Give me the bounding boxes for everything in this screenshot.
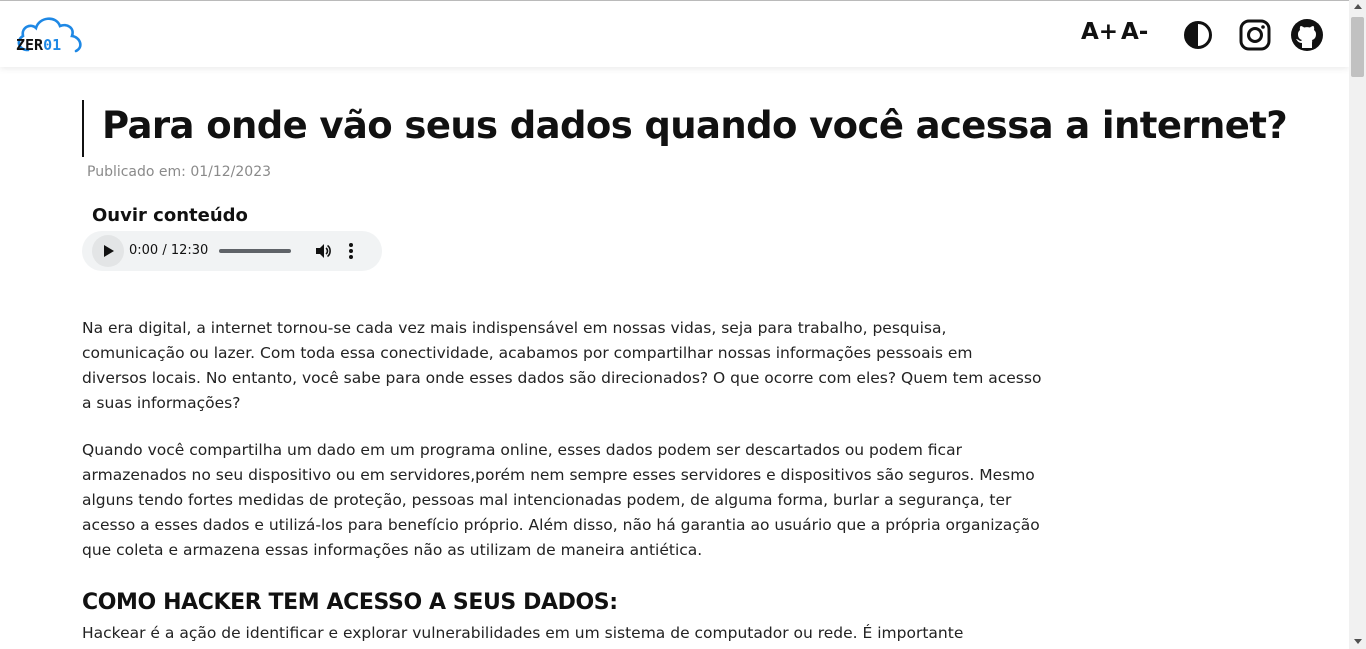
published-date: Publicado em: 01/12/2023 xyxy=(87,164,272,180)
audio-player: 0:00 / 12:30 xyxy=(82,231,382,271)
font-decrease-button[interactable]: A- xyxy=(1121,19,1148,45)
github-icon[interactable] xyxy=(1290,18,1324,52)
article-paragraph: Quando você compartilha um dado em um pr… xyxy=(82,441,1040,559)
logo-text: ZER01 xyxy=(16,36,62,54)
font-increase-button[interactable]: A+ xyxy=(1081,19,1118,45)
play-icon xyxy=(104,245,114,257)
more-options-icon[interactable] xyxy=(348,242,354,260)
section-paragraph: Hackear é a ação de identificar e explor… xyxy=(82,624,964,642)
scroll-thumb[interactable] xyxy=(1351,17,1364,77)
page-scrollbar[interactable] xyxy=(1349,0,1366,649)
contrast-icon[interactable] xyxy=(1181,18,1215,52)
scroll-up-arrow-icon[interactable] xyxy=(1354,4,1362,9)
scroll-down-arrow-icon[interactable] xyxy=(1354,639,1362,644)
article-title: Para onde vão seus dados quando você ace… xyxy=(102,104,1288,147)
site-header: ZER01 A+ A- xyxy=(0,1,1349,67)
listen-label: Ouvir conteúdo xyxy=(92,205,248,226)
instagram-icon[interactable] xyxy=(1238,18,1272,52)
article-paragraph: Na era digital, a internet tornou-se cad… xyxy=(82,319,1042,412)
volume-icon[interactable] xyxy=(314,242,332,260)
section-heading: COMO HACKER TEM ACESSO A SEUS DADOS: xyxy=(82,590,618,615)
audio-time: 0:00 / 12:30 xyxy=(129,243,209,258)
audio-seek-bar[interactable] xyxy=(219,249,291,253)
zero01-logo[interactable]: ZER01 xyxy=(14,14,86,56)
play-button[interactable] xyxy=(92,235,124,267)
title-accent-bar xyxy=(82,100,84,157)
